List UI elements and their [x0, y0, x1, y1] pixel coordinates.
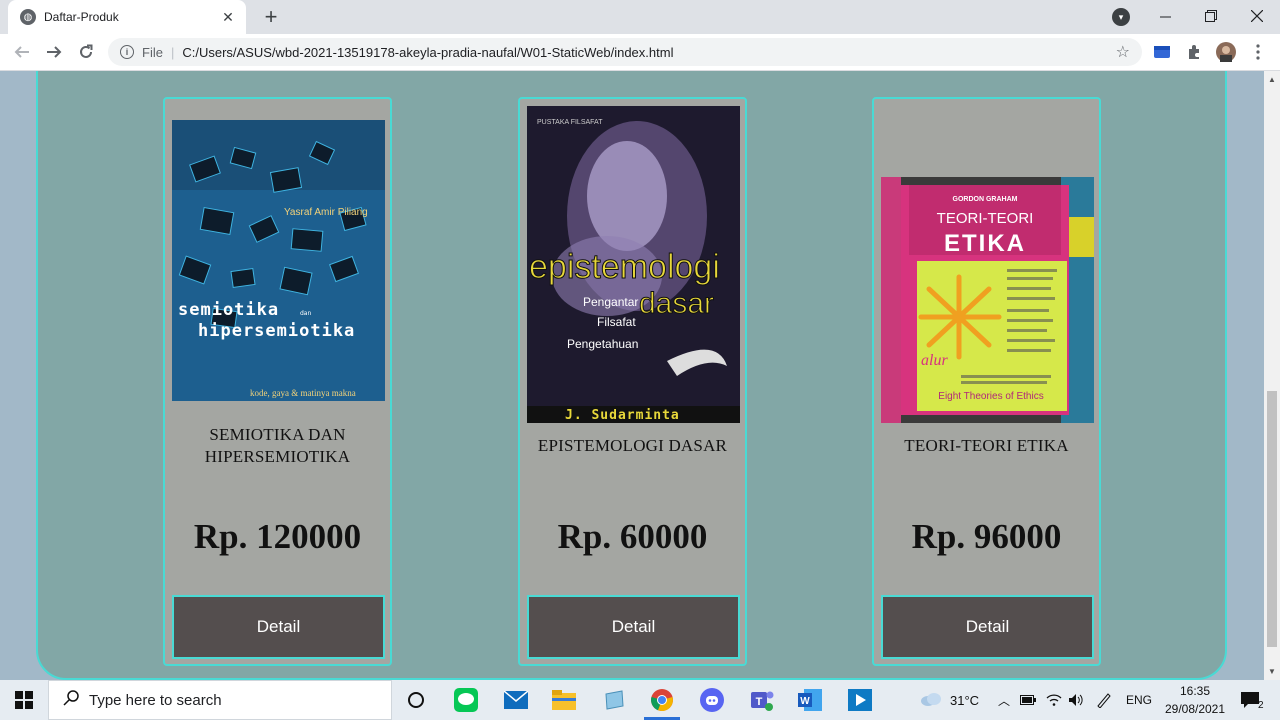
cover-title-line2: ETIKA: [944, 230, 1026, 257]
book-cover-image: Yasraf Amir Piliang semiotika dan hipers…: [172, 120, 385, 401]
detail-button[interactable]: Detail: [881, 595, 1094, 659]
product-name: EPISTEMOLOGI DASAR: [537, 436, 728, 455]
cover-title-line1: TEORI-TEORI: [937, 210, 1034, 227]
cover-title-line2: dasar: [639, 287, 714, 320]
cover-subtitle-3: Pengetahuan: [567, 337, 638, 351]
tab-search-icon[interactable]: ▾: [1112, 8, 1130, 26]
cover-publisher: PUSTAKA FILSAFAT: [537, 119, 603, 126]
battery-icon[interactable]: [1020, 680, 1036, 720]
page-scrollbar[interactable]: ▲ ▼: [1264, 71, 1280, 680]
detail-button[interactable]: Detail: [172, 595, 385, 659]
address-url[interactable]: C:/Users/ASUS/wbd-2021-13519178-akeyla-p…: [182, 45, 1115, 60]
line-app-icon[interactable]: [446, 685, 486, 715]
product-container: Yasraf Amir Piliang semiotika dan hipers…: [36, 71, 1227, 680]
bookmark-star-icon[interactable]: ☆: [1116, 42, 1130, 62]
product-price: Rp. 60000: [557, 517, 708, 556]
forward-arrow-icon[interactable]: [42, 40, 66, 64]
cover-author: GORDON GRAHAM: [953, 196, 1018, 203]
more-options-icon[interactable]: [1248, 42, 1268, 62]
window-close-icon[interactable]: [1234, 0, 1280, 32]
task-view-icon[interactable]: [396, 685, 436, 715]
cover-title-line1: semiotika: [178, 300, 279, 320]
cover-publisher-mark: alur: [921, 352, 948, 369]
cover-title-line2: hipersemiotika: [198, 321, 355, 341]
cover-subtitle: Eight Theories of Ethics: [938, 391, 1043, 402]
notification-count: 2: [1258, 699, 1264, 711]
media-app-icon[interactable]: [840, 685, 880, 715]
input-language[interactable]: ENG: [1126, 680, 1152, 720]
back-arrow-icon[interactable]: [10, 40, 34, 64]
windows-taskbar: Type here to search T W 31°C ︿ ENG 16:35…: [0, 680, 1280, 720]
clock-time: 16:35: [1179, 684, 1211, 698]
globe-icon: ◍: [20, 9, 36, 25]
product-card: Yasraf Amir Piliang semiotika dan hipers…: [163, 97, 392, 666]
notifications-icon[interactable]: 2: [1240, 680, 1264, 720]
restore-icon[interactable]: [1188, 0, 1234, 32]
mail-icon[interactable]: [496, 685, 536, 715]
windows-start-icon[interactable]: [0, 680, 48, 720]
address-bar[interactable]: i File | C:/Users/ASUS/wbd-2021-13519178…: [108, 38, 1142, 66]
product-name: TEORI-TEORI ETIKA: [904, 436, 1069, 455]
taskbar-search-input[interactable]: Type here to search: [48, 680, 392, 720]
clock-date: 29/08/2021: [1164, 702, 1226, 716]
browser-toolbar: i File | C:/Users/ASUS/wbd-2021-13519178…: [0, 34, 1280, 71]
product-name: SEMIOTIKA DAN HIPERSEMIOTIKA: [204, 425, 351, 466]
word-icon[interactable]: W: [790, 685, 830, 715]
product-card: GORDON GRAHAM TEORI-TEORI ETIKA alur Eig…: [872, 97, 1101, 666]
info-icon[interactable]: i: [120, 45, 134, 59]
address-scheme-label: File: [142, 44, 163, 60]
tray-overflow-icon[interactable]: ︿: [998, 680, 1010, 720]
tab-title: Daftar-Produk: [44, 10, 119, 24]
page-viewport: Yasraf Amir Piliang semiotika dan hipers…: [0, 71, 1264, 680]
cover-title-line1: epistemologi: [529, 248, 720, 286]
product-price: Rp. 96000: [911, 517, 1062, 556]
reload-icon[interactable]: [74, 40, 98, 64]
browser-tab[interactable]: ◍ Daftar-Produk ✕: [8, 0, 246, 34]
weather-widget[interactable]: 31°C: [920, 680, 979, 720]
notes-app-icon[interactable]: [594, 685, 634, 715]
discord-icon[interactable]: [692, 685, 732, 715]
puzzle-extensions-icon[interactable]: [1184, 42, 1204, 62]
volume-icon[interactable]: [1068, 680, 1084, 720]
svg-text:W: W: [800, 696, 810, 707]
weather-temperature: 31°C: [950, 692, 980, 708]
taskbar-clock[interactable]: 16:35 29/08/2021: [1160, 680, 1230, 720]
cover-subtitle-1: Pengantar: [583, 295, 638, 309]
scrollbar-thumb[interactable]: [1267, 391, 1277, 647]
cover-subtitle: kode, gaya & matinya makna: [250, 388, 356, 398]
profile-avatar[interactable]: [1216, 42, 1236, 62]
wifi-icon[interactable]: [1046, 680, 1062, 720]
product-price: Rp. 120000: [193, 517, 362, 556]
scroll-up-arrow-icon[interactable]: ▲: [1268, 75, 1276, 84]
product-card: PUSTAKA FILSAFAT epistemologi dasar Peng…: [518, 97, 747, 666]
search-icon: [63, 690, 79, 710]
cover-author: Yasraf Amir Piliang: [284, 207, 368, 218]
cover-title-small: dan: [300, 310, 311, 317]
cover-subtitle-2: Filsafat: [597, 315, 636, 329]
minimize-icon[interactable]: [1142, 0, 1188, 32]
taskbar-search-placeholder: Type here to search: [89, 691, 222, 709]
book-cover-image: PUSTAKA FILSAFAT epistemologi dasar Peng…: [527, 106, 740, 423]
file-explorer-icon[interactable]: [544, 685, 584, 715]
pen-ink-icon[interactable]: [1096, 680, 1112, 720]
new-tab-button[interactable]: +: [258, 4, 284, 30]
tab-close-icon[interactable]: ✕: [220, 9, 236, 26]
tab-strip: ◍ Daftar-Produk ✕ + ▾: [0, 0, 1280, 34]
chrome-icon[interactable]: [642, 685, 682, 715]
cloud-icon: [920, 691, 942, 710]
book-cover-image: GORDON GRAHAM TEORI-TEORI ETIKA alur Eig…: [881, 177, 1094, 423]
scroll-down-arrow-icon[interactable]: ▼: [1268, 667, 1276, 676]
detail-button[interactable]: Detail: [527, 595, 740, 659]
address-separator: |: [170, 44, 175, 60]
teams-icon[interactable]: T: [742, 685, 782, 715]
svg-text:T: T: [756, 696, 763, 708]
extension-icon[interactable]: [1152, 42, 1172, 62]
